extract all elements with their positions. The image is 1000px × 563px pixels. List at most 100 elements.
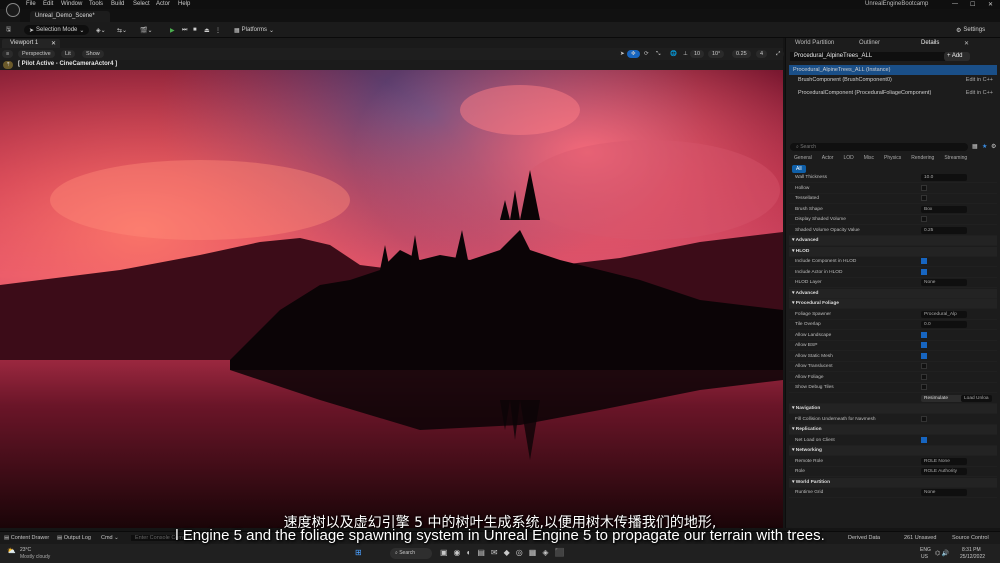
minimize-icon[interactable]: — xyxy=(952,1,958,7)
translate-tool-icon[interactable]: ✥ xyxy=(627,50,640,58)
property-value-field[interactable]: Procedural_Alp xyxy=(921,310,967,318)
property-row[interactable]: Allow Static Mesh xyxy=(789,352,997,362)
property-checkbox[interactable] xyxy=(921,216,927,222)
maximize-viewport-icon[interactable]: ⤢ xyxy=(772,50,785,58)
menu-window[interactable]: Window xyxy=(61,1,82,7)
category-lod[interactable]: LOD xyxy=(839,154,857,162)
taskbar-search[interactable]: ⌕ Search xyxy=(390,548,432,559)
property-row[interactable]: Show Debug Tiles xyxy=(789,383,997,393)
maximize-icon[interactable]: ☐ xyxy=(970,1,975,8)
more-icon[interactable]: ⋮ xyxy=(215,25,221,35)
edit-cpp-link[interactable]: Edit in C++ xyxy=(966,90,993,96)
menu-file[interactable]: File xyxy=(26,1,36,7)
step-icon[interactable]: ⏭ xyxy=(182,25,187,35)
property-value-field[interactable]: ROLE None xyxy=(921,457,967,465)
category-physics[interactable]: Physics xyxy=(880,154,905,162)
viewport-tab[interactable]: Viewport 1 ✕ xyxy=(2,39,60,48)
property-section[interactable]: ▾ Networking xyxy=(789,446,997,456)
property-value-field[interactable]: 0.25 xyxy=(921,226,967,234)
platforms-dropdown[interactable]: ▦ Platforms ⌄ xyxy=(234,25,274,35)
camera-speed-button[interactable]: 4 xyxy=(756,50,768,58)
eject-icon[interactable]: ⏏ xyxy=(204,25,210,35)
windows-icon[interactable]: ⊞ xyxy=(355,548,362,557)
cinematics-icon[interactable]: 🎬⌄ xyxy=(140,25,153,35)
scene-tab[interactable]: Unreal_Demo_Scene* xyxy=(30,11,110,22)
menu-tools[interactable]: Tools xyxy=(89,1,103,7)
add-component-button[interactable]: + Add xyxy=(944,52,970,61)
edit-cpp-link[interactable]: Edit in C++ xyxy=(966,77,993,83)
taskbar-apps[interactable]: ▣◉◐▤✉◆◎▦◈⬛ xyxy=(440,548,570,557)
close-icon[interactable]: ✕ xyxy=(964,40,969,47)
viewport-scene[interactable] xyxy=(0,70,783,528)
grid-view-icon[interactable]: ▦ xyxy=(972,143,978,150)
property-checkbox[interactable] xyxy=(921,331,927,338)
gear-icon[interactable]: ⚙ xyxy=(991,143,996,150)
property-row[interactable]: Allow Foliage xyxy=(789,373,997,383)
save-icon[interactable]: 🖫 xyxy=(6,25,11,35)
property-row[interactable]: Allow BSP xyxy=(789,341,997,351)
property-value-field[interactable]: ROLE Authority xyxy=(921,468,967,475)
menu-select[interactable]: Select xyxy=(133,1,150,7)
component-row[interactable]: ProceduralComponent (ProceduralFoliageCo… xyxy=(789,88,997,98)
property-checkbox[interactable] xyxy=(921,363,927,369)
unreal-logo-icon[interactable] xyxy=(6,3,20,17)
property-row[interactable]: Allow Landscape xyxy=(789,331,997,341)
menu-edit[interactable]: Edit xyxy=(43,1,53,7)
property-row[interactable]: Resimulate Load Unloa xyxy=(789,394,997,404)
blueprint-icon[interactable]: ⇆⌄ xyxy=(117,25,127,35)
component-row[interactable]: BrushComponent (BrushComponent0) Edit in … xyxy=(789,75,997,85)
property-row[interactable]: Role ROLE Authority xyxy=(789,467,997,477)
property-row[interactable]: Include Actor in HLOD xyxy=(789,268,997,278)
property-row[interactable]: HLOD Layer None xyxy=(789,278,997,288)
settings-dropdown[interactable]: ⚙ Settings xyxy=(956,25,985,35)
property-row[interactable]: Tessellated xyxy=(789,194,997,204)
perspective-button[interactable]: Perspective xyxy=(18,50,55,58)
property-row[interactable]: Net Load on Client xyxy=(789,436,997,446)
show-button[interactable]: Show xyxy=(82,50,104,58)
category-misc[interactable]: Misc xyxy=(860,154,878,162)
scale-tool-icon[interactable]: ⤡ xyxy=(652,50,665,58)
tray-icons[interactable]: ⌬ 🔊 xyxy=(935,550,949,557)
category-streaming[interactable]: Streaming xyxy=(940,154,971,162)
category-actor[interactable]: Actor xyxy=(818,154,838,162)
category-rendering[interactable]: Rendering xyxy=(907,154,938,162)
rotation-snap-button[interactable]: 10° xyxy=(708,50,725,58)
instance-row[interactable]: Procedural_AlpineTrees_ALL (Instance) xyxy=(789,65,997,75)
stop-icon[interactable]: ■ xyxy=(193,25,197,35)
property-value-field[interactable]: 10.0 xyxy=(921,174,967,181)
property-checkbox[interactable] xyxy=(921,268,927,275)
property-section[interactable]: ▾ World Partition xyxy=(789,477,997,488)
property-row[interactable]: Shaded Volume Opacity Value 0.25 xyxy=(789,226,997,236)
scale-snap-button[interactable]: 0.25 xyxy=(732,50,751,58)
property-checkbox[interactable] xyxy=(921,436,927,443)
lit-button[interactable]: Lit xyxy=(61,50,75,58)
property-section[interactable]: ▾ Replication xyxy=(789,425,997,435)
property-value-field[interactable]: 0.0 xyxy=(921,321,967,328)
property-section[interactable]: ▾ HLOD xyxy=(789,246,997,257)
play-icon[interactable]: ▶ xyxy=(170,25,175,35)
property-row[interactable]: Foliage Spawner Procedural_Alp xyxy=(789,310,997,320)
property-section[interactable]: ▾ Advanced xyxy=(789,288,997,299)
property-row[interactable]: Hollow xyxy=(789,184,997,194)
property-checkbox[interactable] xyxy=(921,373,927,380)
category-all[interactable]: All xyxy=(792,165,806,173)
property-checkbox[interactable] xyxy=(921,184,927,191)
property-row[interactable]: Display Shaded Volume xyxy=(789,215,997,225)
language-label[interactable]: ENG xyxy=(920,547,931,553)
property-row[interactable]: Tile Overlap 0.0 xyxy=(789,320,997,330)
tab-world-partition[interactable]: World Partition xyxy=(795,40,834,46)
close-icon[interactable]: ✕ xyxy=(988,1,993,8)
property-checkbox[interactable] xyxy=(921,342,927,348)
tab-outliner[interactable]: Outliner xyxy=(859,40,880,46)
actor-name-field[interactable]: Procedural_AlpineTrees_ALL xyxy=(790,52,945,61)
property-checkbox[interactable] xyxy=(921,384,927,390)
menu-actor[interactable]: Actor xyxy=(156,1,170,7)
property-section[interactable]: ▾ Navigation xyxy=(789,404,997,414)
category-general[interactable]: General xyxy=(790,154,816,162)
menu-build[interactable]: Build xyxy=(111,1,124,7)
selection-mode-dropdown[interactable]: ➤ Selection Mode ⌄ xyxy=(24,25,90,35)
tab-details[interactable]: Details xyxy=(921,40,939,46)
add-actor-icon[interactable]: ◈⌄ xyxy=(96,25,106,35)
star-icon[interactable]: ★ xyxy=(982,143,987,150)
eject-pilot-icon[interactable]: ⤒ xyxy=(3,61,14,69)
